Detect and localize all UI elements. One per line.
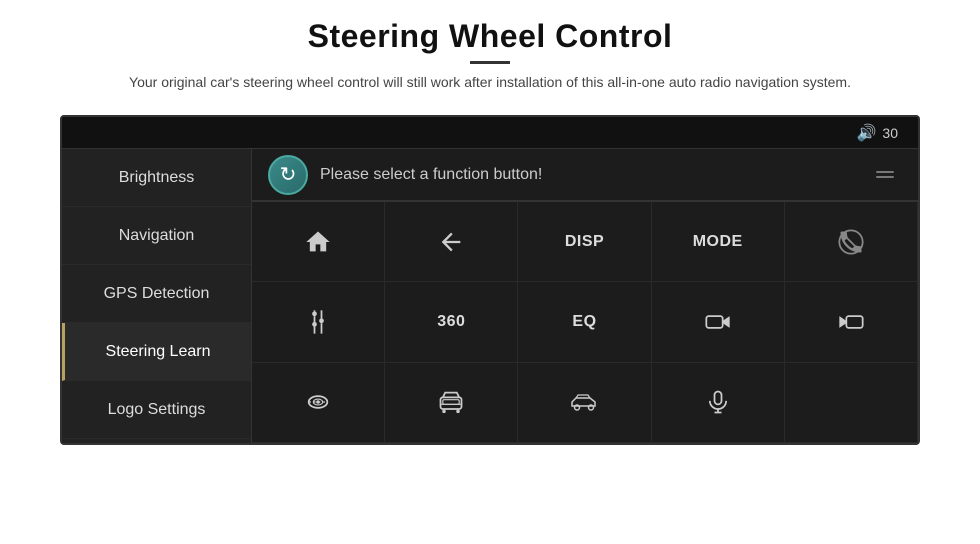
360-label: 360 xyxy=(437,313,465,331)
mode-label: MODE xyxy=(693,233,743,251)
volume-icon: 🔊 xyxy=(857,123,877,143)
top-message-row: ↻ Please select a function button! xyxy=(252,149,918,201)
button-camera[interactable] xyxy=(652,282,785,362)
title-divider xyxy=(470,61,510,64)
device-top-bar: 🔊 30 xyxy=(62,117,918,149)
button-home[interactable] xyxy=(252,202,385,282)
button-phone-slash[interactable] xyxy=(785,202,918,282)
mic-icon xyxy=(704,388,732,416)
back-icon xyxy=(437,228,465,256)
page-wrapper: Steering Wheel Control Your original car… xyxy=(0,0,980,544)
disp-label: DISP xyxy=(565,233,604,251)
camera-icon xyxy=(704,308,732,336)
button-disp[interactable]: DISP xyxy=(518,202,651,282)
subtitle: Your original car's steering wheel contr… xyxy=(129,72,851,93)
volume-value: 30 xyxy=(882,125,898,141)
device-frame: 🔊 30 Brightness Navigation GPS Detection… xyxy=(60,115,920,445)
button-empty xyxy=(785,363,918,443)
button-eq[interactable]: EQ xyxy=(518,282,651,362)
sidebar-item-navigation[interactable]: Navigation xyxy=(62,207,251,265)
button-car-side[interactable] xyxy=(518,363,651,443)
device-content: Brightness Navigation GPS Detection Stee… xyxy=(62,149,918,443)
top-right-dashes xyxy=(876,171,902,178)
sidebar: Brightness Navigation GPS Detection Stee… xyxy=(62,149,252,443)
tune-icon xyxy=(304,308,332,336)
button-camera-alt[interactable] xyxy=(785,282,918,362)
sync-icon: ↻ xyxy=(280,162,297,187)
page-title: Steering Wheel Control xyxy=(129,18,851,55)
function-message: Please select a function button! xyxy=(320,166,542,184)
eq-label: EQ xyxy=(572,313,596,331)
button-360[interactable]: 360 xyxy=(385,282,518,362)
camera-alt-icon xyxy=(837,308,865,336)
sidebar-item-logo-settings[interactable]: Logo Settings xyxy=(62,381,251,439)
sidebar-item-gps-detection[interactable]: GPS Detection xyxy=(62,265,251,323)
sidebar-item-steering-learn[interactable]: Steering Learn xyxy=(62,323,251,381)
sync-icon-container[interactable]: ↻ xyxy=(268,155,308,195)
sidebar-item-brightness[interactable]: Brightness xyxy=(62,149,251,207)
car-top-icon xyxy=(304,388,332,416)
volume-area: 🔊 30 xyxy=(857,123,899,143)
title-section: Steering Wheel Control Your original car… xyxy=(129,18,851,93)
button-car[interactable] xyxy=(252,363,385,443)
button-tune[interactable] xyxy=(252,282,385,362)
main-panel: ↻ Please select a function button! xyxy=(252,149,918,443)
car-side-icon xyxy=(570,388,598,416)
buttons-grid: DISP MODE xyxy=(252,201,918,443)
button-mic[interactable] xyxy=(652,363,785,443)
home-icon xyxy=(304,228,332,256)
button-back[interactable] xyxy=(385,202,518,282)
car-front-icon xyxy=(437,388,465,416)
button-car-front[interactable] xyxy=(385,363,518,443)
phone-slash-icon xyxy=(837,228,865,256)
button-mode[interactable]: MODE xyxy=(652,202,785,282)
